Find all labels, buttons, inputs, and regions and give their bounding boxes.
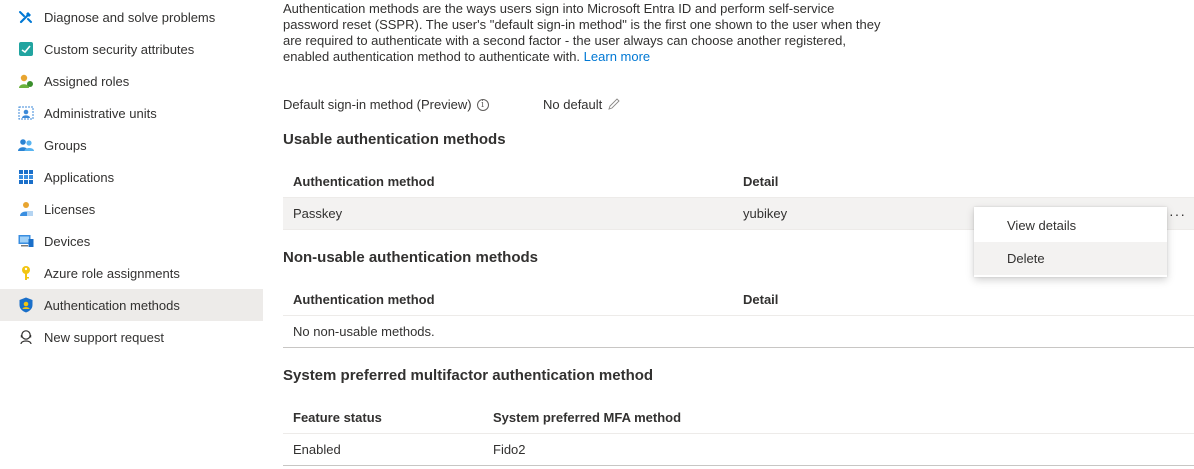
shield-icon [18,297,34,313]
intro-text: Authentication methods are the ways user… [283,1,881,64]
system-mfa-table: Feature status System preferred MFA meth… [283,402,1194,466]
sidebar-item-label: Azure role assignments [44,265,180,281]
sidebar-item-label: New support request [44,329,164,345]
sidebar-item-groups[interactable]: Groups [0,129,263,161]
sidebar-item-label: Applications [44,169,115,185]
pencil-edit-icon[interactable] [606,98,620,112]
license-icon [18,201,34,217]
sidebar-item-new-support-request[interactable]: New support request [0,321,263,353]
person-roles-icon [18,73,34,89]
default-sign-in-row: Default sign-in method (Preview) i No de… [283,97,620,112]
detail-cell: yubikey [743,206,788,221]
more-options-icon[interactable]: ··· [1169,198,1186,230]
system-mfa-title: System preferred multifactor authenticat… [283,367,654,384]
row-context-menu: View details Delete [974,207,1167,277]
sidebar-item-diagnose[interactable]: Diagnose and solve problems [0,1,263,33]
non-usable-methods-title: Non-usable authentication methods [283,249,539,266]
sidebar: Diagnose and solve problems Custom secur… [0,0,263,469]
column-header-detail: Detail [743,174,779,189]
info-icon[interactable]: i [476,98,489,111]
method-cell: Passkey [293,206,343,221]
table-row: Enabled Fido2 [283,434,1194,466]
sidebar-item-label: Devices [44,233,91,249]
default-sign-in-value: No default [543,97,603,112]
sidebar-item-label: Diagnose and solve problems [44,9,216,25]
sidebar-item-assigned-roles[interactable]: Assigned roles [0,65,263,97]
empty-message: No non-usable methods. [293,324,435,339]
sidebar-item-licenses[interactable]: Licenses [0,193,263,225]
support-icon [18,329,34,345]
column-header-mfa-method: System preferred MFA method [493,410,682,425]
default-sign-in-label: Default sign-in method (Preview) i [283,97,543,112]
device-icon [18,233,34,249]
admin-units-icon [18,105,34,121]
wrench-icon [18,9,34,25]
sidebar-item-azure-role-assignments[interactable]: Azure role assignments [0,257,263,289]
table-header-row: Authentication method Detail [283,284,1194,316]
table-header-row: Feature status System preferred MFA meth… [283,402,1194,434]
sidebar-item-label: Authentication methods [44,297,180,313]
sidebar-item-applications[interactable]: Applications [0,161,263,193]
sidebar-item-label: Administrative units [44,105,157,121]
sidebar-item-devices[interactable]: Devices [0,225,263,257]
attributes-icon [18,41,34,57]
sidebar-item-label: Assigned roles [44,73,130,89]
non-usable-methods-table: Authentication method Detail No non-usab… [283,284,1194,348]
default-sign-in-label-text: Default sign-in method (Preview) [283,97,472,112]
sidebar-item-label: Groups [44,137,87,153]
apps-grid-icon [18,169,34,185]
column-header-feature-status: Feature status [293,410,382,425]
sidebar-item-authentication-methods[interactable]: Authentication methods [0,289,263,321]
intro-paragraph: Authentication methods are the ways user… [283,1,883,65]
key-icon [18,265,34,281]
mfa-method-cell: Fido2 [493,442,526,457]
sidebar-item-custom-security-attributes[interactable]: Custom security attributes [0,33,263,65]
sidebar-item-label: Custom security attributes [44,41,195,57]
view-details-menu-item[interactable]: View details [974,209,1167,242]
usable-methods-title: Usable authentication methods [283,131,506,148]
groups-icon [18,137,34,153]
learn-more-link[interactable]: Learn more [584,49,650,64]
sidebar-item-label: Licenses [44,201,96,217]
column-header-method: Authentication method [293,174,435,189]
column-header-method: Authentication method [293,292,435,307]
table-header-row: Authentication method Detail [283,166,1194,198]
table-row: No non-usable methods. [283,316,1194,348]
delete-menu-item[interactable]: Delete [974,242,1167,275]
feature-status-cell: Enabled [293,442,341,457]
sidebar-item-administrative-units[interactable]: Administrative units [0,97,263,129]
column-header-detail: Detail [743,292,779,307]
